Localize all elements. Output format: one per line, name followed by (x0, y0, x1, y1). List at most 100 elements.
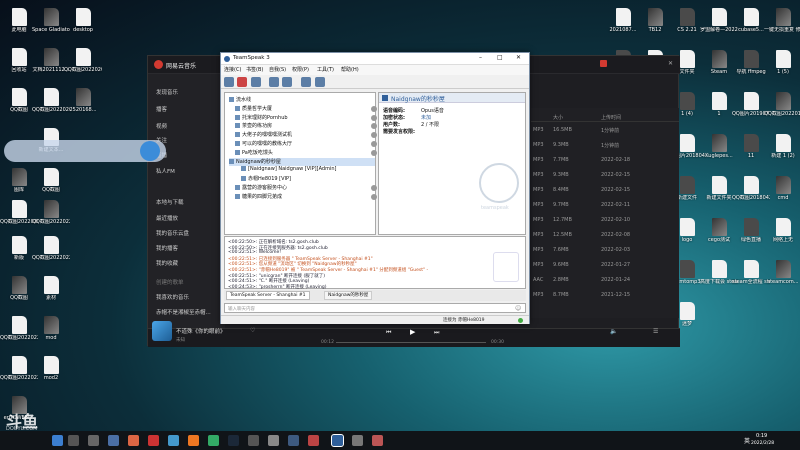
desktop-icon[interactable]: cmd (764, 176, 800, 214)
tree-channel[interactable]: 流水线 (229, 96, 373, 104)
disconnect-icon[interactable] (237, 77, 247, 87)
tree-client[interactable]: 赤帽He8019 [VIP] (241, 175, 385, 183)
menu-bookmarks[interactable]: 书签(B) (246, 66, 263, 73)
tree-channel[interactable]: 茶壶的练功房 (235, 122, 379, 130)
tree-channel[interactable]: Naidgnaw的秒秒屋 (229, 157, 375, 166)
tree-channel[interactable]: 露营的游客服务中心 (235, 184, 379, 192)
song-row[interactable]: MP3 8.4MB 2022-02-15 (531, 184, 679, 196)
desktop-icon[interactable]: QQ截图20220224... (32, 200, 70, 238)
song-row[interactable]: MP3 7.6MB 2022-02-03 (531, 244, 679, 256)
mute-mic-icon[interactable] (269, 77, 279, 87)
tree-channel[interactable]: 托米理财的Pornhub (235, 114, 379, 122)
teamspeak-taskbar-icon[interactable] (331, 434, 344, 447)
menu-tools[interactable]: 工具(T) (317, 66, 334, 73)
away-icon[interactable] (251, 77, 261, 87)
desktop-icon[interactable]: steamcom... (764, 260, 800, 298)
desktop-icon[interactable]: 2520168... (64, 88, 102, 126)
desktop-icon[interactable]: 1 (5) (764, 50, 800, 88)
desktop-icon[interactable]: QQ截图20220224... (32, 236, 70, 274)
sidebar-item-discover[interactable]: 发现音乐 (156, 88, 178, 96)
floating-widget[interactable] (4, 140, 166, 162)
desktop-icon[interactable]: mod2 (32, 356, 70, 394)
emoji-icon[interactable]: ☺ (515, 305, 521, 312)
desktop-icon[interactable]: mod (32, 316, 70, 354)
sidebar-item-video[interactable]: 视频 (156, 122, 167, 130)
song-row[interactable]: AAC 2.8MB 2022-01-24 (531, 274, 679, 286)
song-row[interactable]: MP3 7.7MB 2022-02-18 (531, 154, 679, 166)
edge-icon[interactable] (88, 435, 99, 446)
start-icon[interactable] (52, 435, 63, 446)
desktop-icon[interactable]: QQ截图20220111... (764, 92, 800, 130)
obs-icon[interactable] (248, 435, 259, 446)
progress-bar[interactable] (336, 342, 486, 343)
desktop-icon[interactable]: desktop (64, 8, 102, 46)
tree-channel[interactable]: 糖果的四脚兄弟成 (235, 193, 379, 201)
subscribe-icon[interactable] (301, 77, 311, 87)
sidebar-item-cloud[interactable]: 我的音乐云盘 (156, 229, 189, 237)
chat-input[interactable]: 输入聊天内容 ☺ (224, 303, 526, 313)
sidebar-item-fm[interactable]: 私人FM (156, 167, 175, 175)
desktop-icon[interactable]: 网络上无 (764, 218, 800, 256)
ts-maximize-button[interactable]: □ (497, 54, 503, 61)
chrome-icon[interactable] (68, 435, 79, 446)
sidebar-item-recent[interactable]: 最近播放 (156, 214, 178, 222)
tree-channel[interactable]: 质量哲学大厦 (235, 105, 379, 113)
qq-icon[interactable] (168, 435, 179, 446)
word-icon[interactable] (288, 435, 299, 446)
folder-icon[interactable] (352, 435, 363, 446)
netease2-icon[interactable] (372, 435, 383, 446)
tree-client[interactable]: [Naidgnaw] Naidgnaw [VIP][Admin] (241, 166, 385, 174)
sidebar-item-local[interactable]: 本地与下载 (156, 198, 184, 206)
taskbar-date[interactable]: 2022/2/28 (751, 441, 774, 446)
desktop-icon[interactable]: 素材 (32, 276, 70, 314)
app-icon[interactable] (128, 435, 139, 446)
media-icon[interactable] (308, 435, 319, 446)
sidebar-item-liked[interactable]: 我喜欢的音乐 (156, 293, 189, 301)
douyu-icon[interactable] (188, 435, 199, 446)
song-row[interactable]: MP3 16.5MB 1分钟前 (531, 124, 679, 136)
sidebar-item-playlist[interactable]: 赤帽不是湘椒至赤帽... (156, 308, 211, 316)
desktop-icon[interactable]: QQ截图20220202... (64, 48, 102, 86)
explorer-icon[interactable] (108, 435, 119, 446)
tab-server[interactable]: TeamSpeak Server - Shanghai #1 (226, 291, 310, 300)
menu-connect[interactable]: 连接(C) (224, 66, 241, 73)
song-row[interactable]: MP3 9.7MB 2022-02-11 (531, 199, 679, 211)
ts-close-button[interactable]: ✕ (516, 54, 521, 61)
play-icon[interactable]: ▶ (410, 328, 415, 336)
notification-icon[interactable] (600, 60, 607, 67)
desktop-icon[interactable]: QQ截图 (0, 88, 38, 126)
tree-channel[interactable]: 可以的嘿嘿的教练大厅 (235, 140, 379, 148)
playlist-icon[interactable]: ☰ (653, 328, 658, 335)
desktop-icon[interactable]: 一键无损重复 修仙体 mp4 (764, 8, 800, 46)
tree-channel[interactable]: 大佬子的嘿嘿嘿测试机 (235, 131, 379, 139)
menu-permissions[interactable]: 权限(P) (292, 66, 309, 73)
connect-icon[interactable] (224, 77, 234, 87)
teamspeak-window[interactable]: TeamSpeak 3 – □ ✕ 连接(C) 书签(B) 自我(S) 权限(P… (220, 52, 530, 324)
settings-icon[interactable] (268, 435, 279, 446)
netease-taskbar-icon[interactable] (148, 435, 159, 446)
ts-minimize-button[interactable]: – (479, 54, 482, 61)
song-row[interactable]: MP3 9.3MB 2022-02-15 (531, 169, 679, 181)
window-close-icon[interactable]: ✕ (668, 60, 673, 67)
sidebar-item-podcast[interactable]: 播客 (156, 105, 167, 113)
sidebar-item-my-podcast[interactable]: 我的播客 (156, 244, 178, 252)
wechat-icon[interactable] (208, 435, 219, 446)
menu-help[interactable]: 帮助(H) (341, 66, 359, 73)
taskbar-clock[interactable]: 0:19 (756, 433, 767, 439)
desktop-icon[interactable]: 新建 1 (2) (764, 134, 800, 172)
bookmark-icon[interactable] (315, 77, 325, 87)
album-cover-icon[interactable] (152, 321, 172, 341)
song-row[interactable]: MP3 8.7MB 2021-12-15 (531, 289, 679, 301)
volume-icon[interactable]: 🔈 (610, 328, 617, 335)
menu-self[interactable]: 自我(S) (269, 66, 286, 73)
song-row[interactable]: MP3 9.3MB 1分钟前 (531, 139, 679, 151)
song-row[interactable]: MP3 12.7MB 2022-02-10 (531, 214, 679, 226)
sidebar-item-collect[interactable]: 我的收藏 (156, 259, 178, 267)
mute-speaker-icon[interactable] (282, 77, 292, 87)
steam-icon[interactable] (228, 435, 239, 446)
cloud-bell-icon[interactable] (140, 141, 160, 161)
tab-channel[interactable]: Naidgnaw的秒秒屋 (324, 291, 373, 300)
tree-channel[interactable]: Pa吃饭吃馒头 (235, 149, 379, 157)
song-row[interactable]: MP3 9.6MB 2022-01-27 (531, 259, 679, 271)
prev-icon[interactable]: ⏮ (386, 329, 391, 337)
